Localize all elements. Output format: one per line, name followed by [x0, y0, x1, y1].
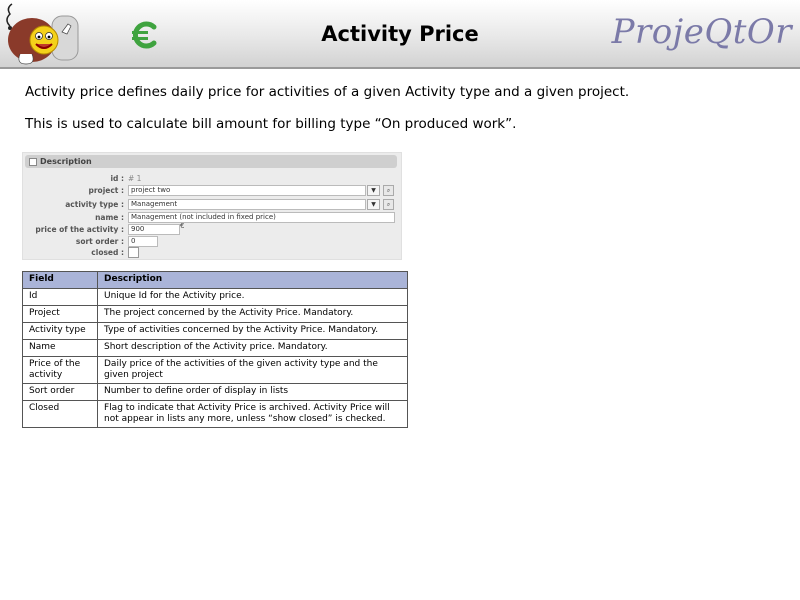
closed-label: closed :	[91, 248, 124, 257]
description-cell: Flag to indicate that Activity Price is …	[97, 400, 408, 428]
field-cell: Name	[22, 339, 98, 357]
description-cell: Number to define order of display in lis…	[97, 383, 408, 401]
price-label: price of the activity :	[35, 225, 124, 234]
id-label: id :	[110, 174, 124, 183]
intro-paragraph-2: This is used to calculate bill amount fo…	[25, 116, 517, 132]
form-row-activity-type: activity type : Management ▼ ⌕	[23, 199, 401, 211]
column-header-field: Field	[22, 271, 98, 289]
form-row-name: name : Management (not included in fixed…	[23, 212, 401, 224]
section-title: Description	[40, 157, 92, 166]
table-row: Price of the activity Daily price of the…	[22, 356, 408, 384]
table-row: Activity type Type of activities concern…	[22, 322, 408, 340]
table-row: Id Unique Id for the Activity price.	[22, 288, 408, 306]
activity-type-dropdown-arrow-icon[interactable]: ▼	[367, 199, 380, 210]
table-row: Project The project concerned by the Act…	[22, 305, 408, 323]
description-cell: Unique Id for the Activity price.	[97, 288, 408, 306]
project-dropdown-arrow-icon[interactable]: ▼	[367, 185, 380, 196]
project-label: project :	[88, 186, 124, 195]
project-search-icon[interactable]: ⌕	[383, 185, 394, 196]
field-cell: Price of the activity	[22, 356, 98, 384]
activity-price-form-screenshot: Description id : # 1 project : project t…	[22, 152, 402, 260]
activity-type-label: activity type :	[65, 200, 124, 209]
price-input[interactable]: 900	[128, 224, 180, 235]
description-cell: Daily price of the activities of the giv…	[97, 356, 408, 384]
form-row-closed: closed :	[23, 247, 401, 259]
brand-logo-text: ProjeQtOr	[611, 12, 792, 52]
id-value: # 1	[128, 174, 142, 183]
activity-type-select[interactable]: Management	[128, 199, 366, 210]
table-row: Closed Flag to indicate that Activity Pr…	[22, 400, 408, 428]
form-row-price: price of the activity : 900 €	[23, 222, 401, 236]
field-cell: Project	[22, 305, 98, 323]
section-collapse-icon	[29, 157, 37, 166]
field-cell: Activity type	[22, 322, 98, 340]
name-label: name :	[95, 213, 124, 222]
table-header-row: Field Description	[22, 271, 408, 289]
project-select[interactable]: project two	[128, 185, 366, 196]
description-section-header: Description	[25, 155, 397, 168]
page-header: Activity Price ProjeQtOr	[0, 0, 800, 69]
description-cell: Short description of the Activity price.…	[97, 339, 408, 357]
sort-order-label: sort order :	[75, 237, 124, 246]
intro-paragraph-1: Activity price defines daily price for a…	[25, 84, 630, 100]
closed-checkbox[interactable]	[128, 247, 139, 258]
field-cell: Closed	[22, 400, 98, 428]
table-row: Sort order Number to define order of dis…	[22, 383, 408, 401]
description-cell: The project concerned by the Activity Pr…	[97, 305, 408, 323]
form-row-project: project : project two ▼ ⌕	[23, 185, 401, 197]
fields-table: Field Description Id Unique Id for the A…	[22, 271, 408, 428]
field-cell: Sort order	[22, 383, 98, 401]
form-row-id: id : # 1	[23, 173, 401, 185]
currency-symbol: €	[180, 222, 185, 230]
description-cell: Type of activities concerned by the Acti…	[97, 322, 408, 340]
column-header-description: Description	[97, 271, 408, 289]
sort-order-input[interactable]: 0	[128, 236, 158, 247]
table-row: Name Short description of the Activity p…	[22, 339, 408, 357]
field-cell: Id	[22, 288, 98, 306]
name-input[interactable]: Management (not included in fixed price)	[128, 212, 395, 223]
activity-type-search-icon[interactable]: ⌕	[383, 199, 394, 210]
